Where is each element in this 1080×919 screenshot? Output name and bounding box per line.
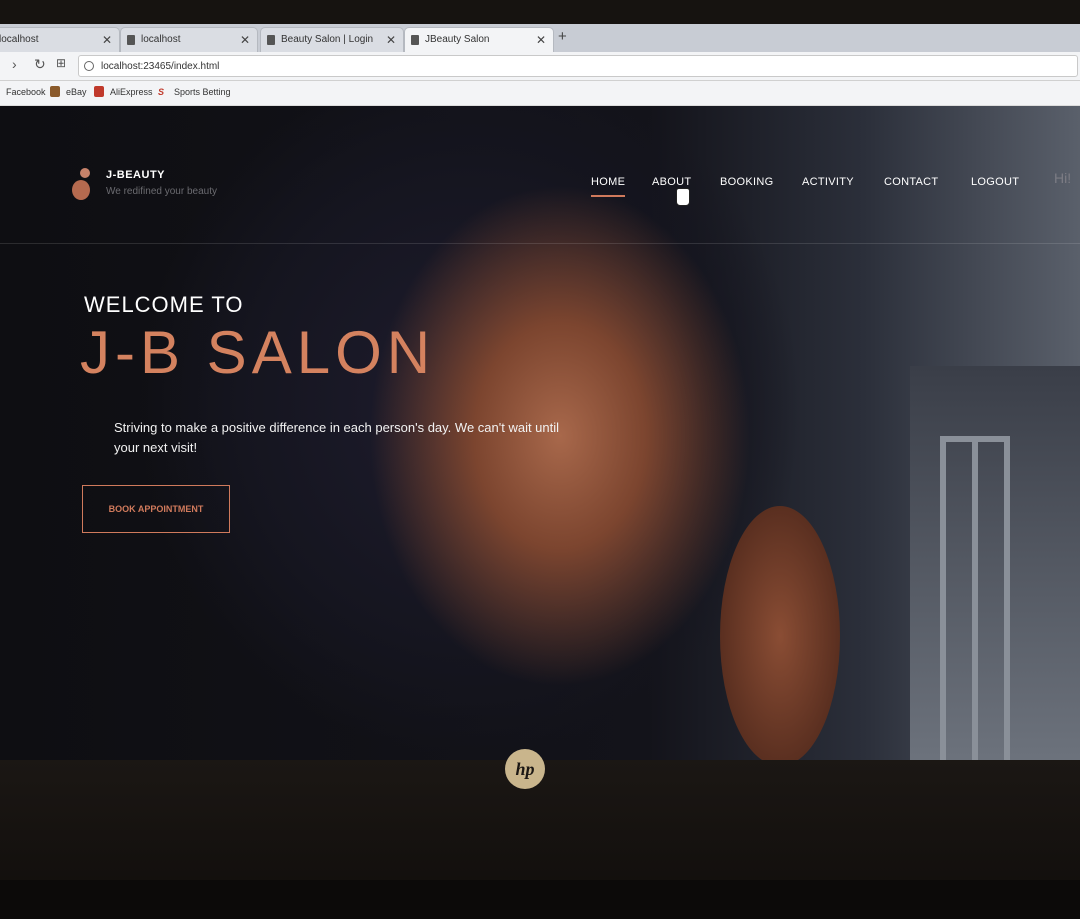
- tab-jbeauty-salon[interactable]: JBeauty Salon ✕: [404, 27, 554, 52]
- hero-photo-hand: [720, 506, 840, 764]
- hero-welcome: WELCOME TO: [84, 292, 244, 317]
- bookmark-ebay[interactable]: eBay: [66, 87, 87, 97]
- bookmark-facebook[interactable]: Facebook: [6, 87, 46, 97]
- close-icon[interactable]: ✕: [386, 28, 396, 52]
- document-icon: [411, 35, 419, 45]
- nav-about[interactable]: ABOUT: [652, 176, 691, 188]
- aliexpress-icon: [94, 86, 104, 97]
- bookmarks-bar: Facebook eBay AliExpress S Sports Bettin…: [0, 81, 1080, 106]
- globe-icon: [84, 61, 94, 71]
- tab-label: localhost: [141, 34, 181, 45]
- tab-bar: localhost ✕ localhost ✕ Beauty Salon | L…: [0, 24, 1080, 52]
- address-bar[interactable]: localhost:23465/index.html: [78, 55, 1078, 77]
- hero-title: J-B SALON: [80, 319, 436, 386]
- nav-activity[interactable]: ACTIVITY: [802, 176, 854, 188]
- tab-label: localhost: [0, 34, 39, 45]
- nav-contact[interactable]: CONTACT: [884, 176, 938, 188]
- brand-tagline: We redifined your beauty: [106, 186, 217, 197]
- browser-toolbar: › ↻ ⊞ localhost:23465/index.html: [0, 52, 1080, 81]
- brand-name[interactable]: J-BEAUTY: [106, 169, 165, 181]
- nav-home[interactable]: HOME: [591, 176, 626, 197]
- laptop-screen: localhost ✕ localhost ✕ Beauty Salon | L…: [0, 24, 1080, 764]
- apps-icon[interactable]: ⊞: [56, 56, 66, 70]
- document-icon: [127, 35, 135, 45]
- tab-beauty-salon-login[interactable]: Beauty Salon | Login ✕: [260, 27, 404, 52]
- forward-icon[interactable]: ›: [12, 56, 17, 72]
- hand-cursor-icon: [676, 188, 690, 206]
- close-icon[interactable]: ✕: [536, 28, 546, 52]
- book-appointment-button[interactable]: BOOK APPOINTMENT: [82, 485, 230, 533]
- website: J-BEAUTY We redifined your beauty HOME A…: [0, 106, 1080, 764]
- sports-betting-icon: S: [158, 87, 165, 97]
- tab-localhost-1[interactable]: localhost ✕: [0, 27, 120, 52]
- bookmark-aliexpress[interactable]: AliExpress: [110, 87, 153, 97]
- new-tab-button[interactable]: +: [558, 28, 567, 45]
- keyboard: [0, 880, 1080, 919]
- logo-icon[interactable]: [72, 168, 90, 200]
- close-icon[interactable]: ✕: [102, 28, 112, 52]
- nav-booking[interactable]: BOOKING: [720, 176, 773, 188]
- tab-localhost-2[interactable]: localhost ✕: [120, 27, 258, 52]
- shopping-bag-icon: [50, 86, 60, 97]
- nav-logout[interactable]: LOGOUT: [971, 176, 1019, 188]
- close-icon[interactable]: ✕: [240, 28, 250, 52]
- url-text: localhost:23465/index.html: [101, 61, 220, 72]
- bookmark-sports-betting[interactable]: Sports Betting: [174, 87, 231, 97]
- tab-label: JBeauty Salon: [425, 34, 490, 45]
- background-window: [940, 436, 1010, 764]
- document-icon: [267, 35, 275, 45]
- hp-logo: hp: [505, 749, 545, 789]
- hero-description: Striving to make a positive difference i…: [114, 420, 560, 455]
- reload-icon[interactable]: ↻: [34, 56, 46, 73]
- tab-label: Beauty Salon | Login: [281, 34, 374, 45]
- nav-divider: [0, 243, 1080, 244]
- user-greeting: Hi!: [1054, 170, 1072, 186]
